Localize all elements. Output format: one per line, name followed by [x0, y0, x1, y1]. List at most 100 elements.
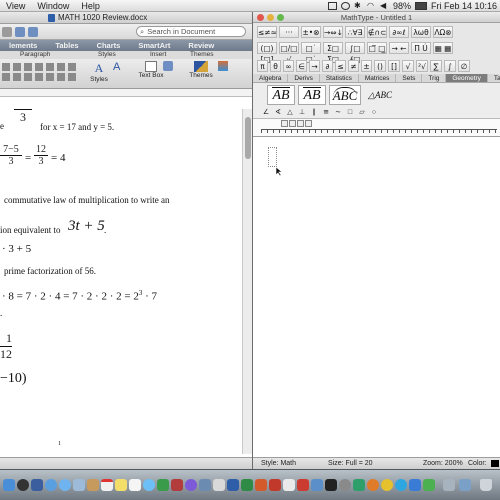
textedit-icon[interactable]	[283, 479, 295, 491]
chrome-icon[interactable]	[381, 479, 393, 491]
notes-icon[interactable]	[115, 479, 127, 491]
brackets-template[interactable]: []	[388, 60, 400, 72]
triangle-symbol[interactable]: △	[285, 108, 295, 117]
mail-icon[interactable]	[73, 479, 85, 491]
element-of-symbol[interactable]: ∈	[296, 60, 307, 72]
parens-template[interactable]: ()	[374, 60, 386, 72]
textbox-button[interactable]: Text Box	[136, 61, 166, 85]
mathtype-icon[interactable]	[297, 479, 309, 491]
documents-stack-icon[interactable]	[443, 479, 455, 491]
paragraph-controls[interactable]	[0, 61, 78, 85]
tab-sets[interactable]: Sets	[396, 74, 423, 82]
screen-icon[interactable]	[327, 1, 337, 10]
styles-button[interactable]: A Styles	[88, 61, 110, 85]
leq-symbol[interactable]: ≤	[335, 60, 346, 72]
calendar-icon[interactable]	[101, 479, 113, 491]
downloads-stack-icon[interactable]	[459, 479, 471, 491]
bars-palette[interactable]: □̅ □̲	[367, 42, 387, 54]
square-symbol[interactable]: □	[345, 108, 355, 117]
scroll-thumb[interactable]	[245, 117, 251, 159]
infinity-symbol[interactable]: ∞	[283, 60, 294, 72]
tab-derivs[interactable]: Derivs	[288, 74, 320, 82]
excel-icon[interactable]	[241, 479, 253, 491]
battery-percent[interactable]: 98%	[393, 1, 411, 11]
sum-template[interactable]: ∑	[430, 60, 442, 72]
tab-stop-buttons[interactable]	[281, 120, 313, 127]
integrals-palette[interactable]: ∫□ ∮□	[345, 42, 365, 64]
bluetooth-icon[interactable]: ✱	[354, 1, 363, 10]
parallel-symbol[interactable]: ∥	[309, 108, 319, 117]
facetime-icon[interactable]	[157, 479, 169, 491]
safari-icon[interactable]	[59, 479, 71, 491]
arc-abc-button[interactable]: ABC	[329, 85, 361, 105]
congruent-symbol[interactable]: ≅	[321, 108, 331, 117]
tab-8[interactable]: Tab 8	[488, 74, 500, 91]
sums-palette[interactable]: Σ□ Σ□	[323, 42, 343, 64]
segment-ab-button[interactable]: AB	[267, 85, 295, 105]
clock-icon[interactable]	[340, 1, 350, 10]
partial-symbol[interactable]: ∂	[322, 60, 333, 72]
menu-window[interactable]: Window	[31, 1, 75, 11]
perpendicular-symbol[interactable]: ⊥	[297, 108, 307, 117]
grapher-icon[interactable]	[311, 479, 323, 491]
plusminus-symbol[interactable]: ±	[361, 60, 372, 72]
logic-palette[interactable]: ∴∀∃	[345, 26, 365, 38]
fences-palette[interactable]: (□)[□]	[257, 42, 277, 64]
tab-review[interactable]: Review	[179, 41, 223, 50]
mission-control-icon[interactable]	[31, 479, 43, 491]
horizontal-ruler[interactable]	[0, 89, 252, 97]
tab-charts[interactable]: Charts	[88, 41, 130, 50]
document-page[interactable]: e 3 for x = 17 and y = 5. 7−5 3 = 12 3 =…	[0, 109, 242, 454]
camtasia-icon[interactable]	[353, 479, 365, 491]
reminders-icon[interactable]	[129, 479, 141, 491]
dropbox-icon[interactable]	[409, 479, 421, 491]
tab-smartart[interactable]: SmartArt	[129, 41, 179, 50]
word-icon[interactable]	[227, 479, 239, 491]
evernote-icon[interactable]	[423, 479, 435, 491]
skype-icon[interactable]	[395, 479, 407, 491]
iphoto-icon[interactable]	[199, 479, 211, 491]
dashboard-icon[interactable]	[17, 479, 29, 491]
empty-set-symbol[interactable]: ∅	[458, 60, 470, 72]
angle-symbol[interactable]: ∠	[261, 108, 271, 117]
tab-algebra[interactable]: Algebra	[253, 74, 289, 82]
relations-palette[interactable]: ≤≠≈	[257, 26, 277, 38]
preview-icon[interactable]	[213, 479, 225, 491]
equation-editor[interactable]	[253, 137, 500, 457]
scripts-palette[interactable]: □˙ □˙	[301, 42, 321, 64]
equation-cursor-slot[interactable]	[268, 147, 277, 167]
triangle-abc-button[interactable]: △ABC	[364, 85, 396, 105]
arrow-symbol[interactable]: →	[309, 60, 320, 72]
nth-root-template[interactable]: ²√	[416, 60, 428, 72]
minimize-button[interactable]	[267, 14, 274, 21]
tab-trig[interactable]: Trig	[422, 74, 447, 82]
terminal-icon[interactable]	[325, 479, 337, 491]
color-swatch[interactable]	[491, 460, 499, 467]
operators-palette[interactable]: ±•⊗	[301, 26, 321, 38]
clock-text[interactable]: Fri Feb 14 10:16	[431, 1, 497, 11]
itunes-icon[interactable]	[185, 479, 197, 491]
tab-tables[interactable]: Tables	[46, 41, 87, 50]
shape-icon[interactable]	[163, 61, 175, 85]
similar-symbol[interactable]: ∼	[333, 108, 343, 117]
spherical-angle-symbol[interactable]: ∢	[273, 108, 283, 117]
finder-icon[interactable]	[3, 479, 15, 491]
fractions-palette[interactable]: □/□ √	[279, 42, 299, 64]
messages-icon[interactable]	[143, 479, 155, 491]
photo-booth-icon[interactable]	[171, 479, 183, 491]
volume-icon[interactable]: ◀	[380, 1, 389, 10]
neq-symbol[interactable]: ≠	[348, 60, 359, 72]
tab-geometry[interactable]: Geometry	[446, 74, 488, 82]
labeled-arrows-palette[interactable]: → ←	[389, 42, 409, 54]
greek-upper-palette[interactable]: ΛΩ⊗	[433, 26, 453, 38]
pi-symbol[interactable]: π	[257, 60, 268, 72]
firefox-icon[interactable]	[367, 479, 379, 491]
redo-icon[interactable]	[28, 26, 38, 37]
close-button[interactable]	[257, 14, 264, 21]
arrows-palette[interactable]: →⇔↓	[323, 26, 343, 38]
wifi-icon[interactable]: ◠	[367, 1, 376, 10]
text-color-icon[interactable]: A	[113, 61, 125, 85]
zoom-icon[interactable]	[2, 26, 12, 37]
tab-matrices[interactable]: Matrices	[359, 74, 397, 82]
mathtype-ruler[interactable]	[253, 119, 500, 137]
